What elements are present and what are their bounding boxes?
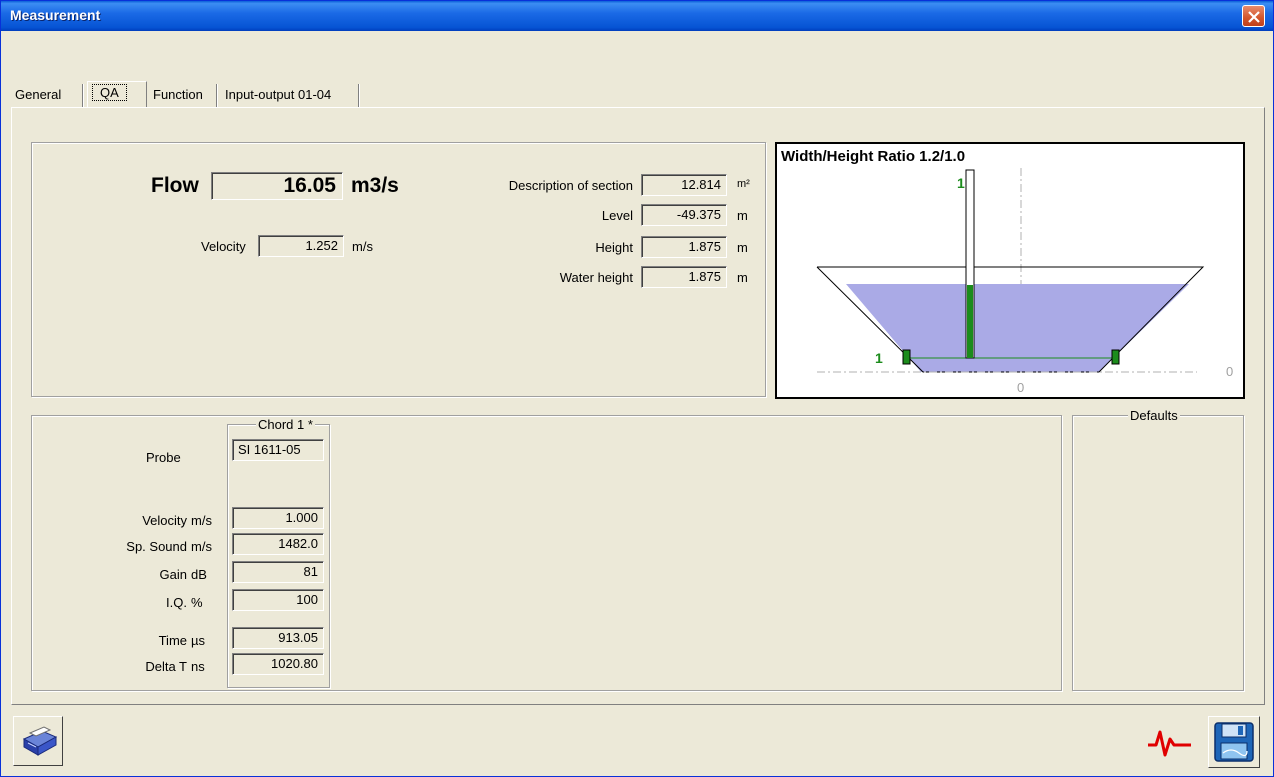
chord-label-top: 1 <box>957 175 965 191</box>
close-icon <box>1248 11 1260 23</box>
chord-iq-label: I.Q. <box>166 595 187 610</box>
water-height-label: Water height <box>559 270 633 285</box>
height-label: Height <box>595 240 633 255</box>
save-button[interactable] <box>1208 716 1260 768</box>
tab-general-label: General <box>15 87 62 102</box>
tab-function[interactable]: Function <box>149 84 217 108</box>
chord-time-unit: µs <box>191 633 205 648</box>
level-bar-fill <box>967 285 973 358</box>
floppy-disk-icon <box>1214 722 1254 762</box>
window-title: Measurement <box>10 7 101 23</box>
cross-section-diagram: Width/Height Ratio 1.2/1.0 1 1 0 0 <box>775 142 1245 399</box>
chord-delta-t-value: 1020.80 <box>232 653 324 675</box>
velocity-value: 1.252 <box>258 235 344 257</box>
chord-gain-value: 81 <box>232 561 324 583</box>
chord-iq-unit: % <box>191 595 203 610</box>
level-label: Level <box>601 208 633 223</box>
tab-input-output[interactable]: Input-output 01-04 <box>221 84 359 108</box>
section-description-value: 12.814 <box>641 174 727 196</box>
probe-label: Probe <box>146 450 181 465</box>
print-button[interactable] <box>13 716 63 766</box>
height-value: 1.875 <box>641 236 727 258</box>
flow-label: Flow <box>151 174 199 197</box>
level-unit: m <box>737 208 748 223</box>
chord-delta-t-unit: ns <box>191 659 205 674</box>
tab-input-output-label: Input-output 01-04 <box>225 87 332 102</box>
water-area <box>846 284 1189 372</box>
measurement-window: Measurement General QA Function Input-ou… <box>0 0 1274 777</box>
velocity-unit: m/s <box>352 239 373 254</box>
chord-iq-value: 100 <box>232 589 324 611</box>
tab-qa-label: QA <box>92 84 127 101</box>
height-unit: m <box>737 240 748 255</box>
chord-sound-value: 1482.0 <box>232 533 324 555</box>
tab-general[interactable]: General <box>11 84 83 108</box>
chord-sound-label: Sp. Sound <box>126 539 187 554</box>
level-value: -49.375 <box>641 204 727 226</box>
section-description-unit: m² <box>737 178 750 190</box>
velocity-label: Velocity <box>201 239 246 254</box>
chord-time-label: Time <box>158 633 187 648</box>
right-probe <box>1111 349 1120 365</box>
water-height-value: 1.875 <box>641 266 727 288</box>
chord-gain-label: Gain <box>159 567 187 582</box>
chord-label-left: 1 <box>875 350 883 366</box>
probe-value: SI 1611-05 <box>232 439 324 461</box>
close-button[interactable] <box>1242 5 1265 27</box>
tab-qa[interactable]: QA <box>87 81 147 108</box>
title-bar: Measurement <box>1 1 1273 31</box>
chord-delta-t-label: Delta T <box>145 659 187 674</box>
chord-1-group-title: Chord 1 * <box>256 417 315 432</box>
chord-sound-unit: m/s <box>191 539 212 554</box>
axis-zero-right: 0 <box>1226 364 1233 379</box>
chord-gain-unit: dB <box>191 567 207 582</box>
tab-function-label: Function <box>153 87 203 102</box>
cross-section-svg: Width/Height Ratio 1.2/1.0 1 1 0 0 <box>781 148 1233 395</box>
section-description-label: Description of section <box>508 178 633 193</box>
chord-velocity-label: Velocity <box>142 513 187 528</box>
defaults-group-title: Defaults <box>1128 408 1180 423</box>
flow-value: 16.05 <box>211 172 343 200</box>
signal-wave-icon[interactable] <box>1147 728 1193 758</box>
water-height-unit: m <box>737 270 748 285</box>
chord-velocity-value: 1.000 <box>232 507 324 529</box>
defaults-group <box>1072 415 1244 691</box>
flow-unit: m3/s <box>351 174 399 197</box>
left-probe <box>902 349 911 365</box>
chord-velocity-unit: m/s <box>191 513 212 528</box>
diagram-title: Width/Height Ratio 1.2/1.0 <box>781 148 965 165</box>
axis-zero-bottom: 0 <box>1017 380 1024 395</box>
chord-time-value: 913.05 <box>232 627 324 649</box>
printer-icon <box>22 726 58 756</box>
